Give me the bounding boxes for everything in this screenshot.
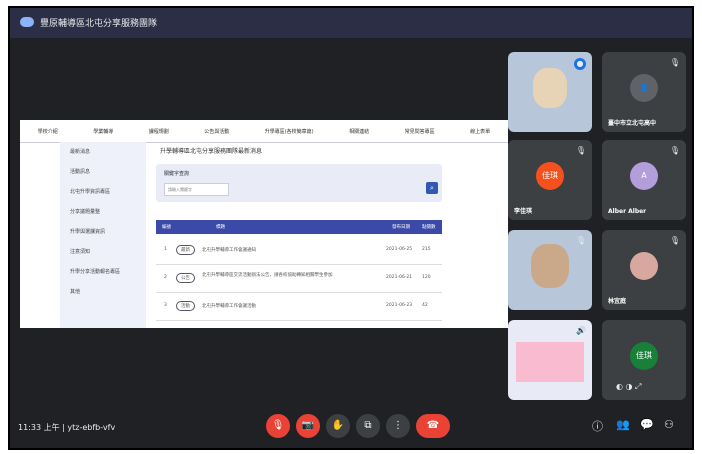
participant-name: 林宜庭 [608,298,627,305]
sidebar-item[interactable]: 北屯升學資訊專區 [60,182,146,202]
col-header: 編號 [162,225,171,230]
nav-item[interactable]: 學校介紹 [38,128,58,135]
person-video [533,68,567,108]
control-bar: 11:33 上午 | ytz-ebfb-vfv 🎙 📷 ✋ ⧉ ⋮ ☎ ⓘ 👥 … [10,408,692,448]
title-bar: 豐原輔導區北屯分享服務團隊 [10,8,692,38]
col-header: 標題 [216,225,225,230]
shared-screen: 學校介紹 學業輔導 課程規劃 公告與活動 升學專區(各校簡章篇) 相關連結 常見… [20,120,508,328]
sidebar-item[interactable]: 注意須知 [60,242,146,262]
col-header: 發布日期 [392,225,410,230]
avatar: A [630,162,658,191]
search-label: 關鍵字查詢 [164,171,190,177]
avatar [630,252,658,281]
nav-item[interactable]: 升學專區(各校簡章篇) [265,128,314,135]
participant-tile[interactable]: 🎙 👤 臺中市立北屯高中 [602,52,686,132]
meeting-title: 豐原輔導區北屯分享服務團隊 [40,19,158,29]
participant-tile[interactable]: 🎙 林宜庭 [602,230,686,310]
page-heading: 升學輔導區北屯分享服務團隊最新消息 [160,148,263,155]
sidebar-item[interactable]: 活動訊息 [60,162,146,182]
person-video [531,244,569,288]
more-options-icon[interactable]: ⋮ [386,414,410,438]
col-header: 點閱數 [422,225,436,230]
people-icon[interactable]: 👥 [616,418,630,431]
participant-name: 臺中市立北屯高中 [608,120,657,127]
site-content: 升學輔導區北屯分享服務團隊最新消息 關鍵字查詢 請輸入關鍵字 ⌕ 編號 標題 發… [150,142,500,328]
activities-icon[interactable]: ⚇ [664,418,674,431]
participant-name: 李佳琪 [514,208,533,215]
nav-item[interactable]: 相關連結 [349,128,369,135]
nav-item[interactable]: 學業輔導 [93,128,113,135]
present-screen-icon[interactable]: ⧉ [356,414,380,438]
participant-tile[interactable]: 🎙 佳琪 李佳琪 [508,140,592,220]
camera-toggle-icon[interactable]: 📷 [296,414,320,438]
site-nav: 學校介紹 學業輔導 課程規劃 公告與活動 升學專區(各校簡章篇) 相關連結 常見… [20,120,508,143]
sidebar-item[interactable]: 其他 [60,282,146,302]
separator: | [62,423,65,432]
table-row[interactable]: 3 活動 北屯升學輔導工作會議活動 2021-06-23 42 [156,294,442,321]
search-input[interactable]: 請輸入關鍵字 [164,183,229,196]
participant-tile[interactable]: 佳琪 ◐ ◑ ⤢ [602,320,686,400]
meeting-info: 11:33 上午 | ytz-ebfb-vfv [18,422,115,433]
tile-controls[interactable]: ◐ ◑ ⤢ [616,382,641,392]
table-row[interactable]: 1 最新 北屯升學輔導工作會議通知 2021-06-25 215 [156,238,442,265]
nav-item[interactable]: 線上表單 [470,128,490,135]
table-header: 編號 標題 發布日期 點閱數 [156,220,442,234]
avatar: 👤 [630,74,658,103]
meeting-code: ytz-ebfb-vfv [67,423,116,432]
mic-off-icon: 🎙 [669,58,680,67]
mic-off-icon: 🎙 [669,146,680,155]
mic-toggle-icon[interactable]: 🎙 [266,414,290,438]
chat-icon[interactable]: 💬 [640,418,654,431]
participant-name: Alber Alber [608,208,647,215]
sidebar-item[interactable]: 最新消息 [60,142,146,162]
mic-off-icon: 🎙 [669,236,680,245]
search-button[interactable]: ⌕ [426,182,438,194]
nav-item[interactable]: 常見問答專區 [405,128,435,135]
avatar: 佳琪 [536,162,564,191]
speaking-icon: ● [574,58,586,70]
end-call-button[interactable]: ☎ [416,414,450,438]
clock: 11:33 上午 [18,423,60,432]
participant-tile[interactable]: 🎙 [508,230,592,310]
participant-tile[interactable]: ● [508,52,592,132]
meet-window: 豐原輔導區北屯分享服務團隊 學校介紹 學業輔導 課程規劃 公告與活動 升學專區(… [8,6,694,450]
sidebar-item[interactable]: 升學與選課資訊 [60,222,146,242]
site-sidebar: 最新消息 活動訊息 北屯升學資訊專區 分享議題彙整 升學與選課資訊 注意須知 升… [60,142,146,328]
info-icon[interactable]: ⓘ [592,418,603,434]
nav-item[interactable]: 公告與活動 [204,128,229,135]
sidebar-item[interactable]: 分享議題彙整 [60,202,146,222]
nav-item[interactable]: 課程規劃 [149,128,169,135]
mic-off-icon: 🎙 [575,236,586,245]
raise-hand-icon[interactable]: ✋ [326,414,350,438]
mic-off-icon: 🎙 [575,146,586,155]
participant-tile[interactable]: 🔊 [508,320,592,400]
screen-thumbnail [516,342,584,382]
search-panel: 關鍵字查詢 請輸入關鍵字 ⌕ [156,164,442,202]
meeting-tag-icon [20,17,34,27]
avatar: 佳琪 [630,342,658,371]
participant-tile[interactable]: 🎙 A Alber Alber [602,140,686,220]
table-row[interactable]: 2 公告 北屯升學輔導區交流活動辦法公告，請各校協助轉知相關學生參加 2021-… [156,266,442,293]
sidebar-item[interactable]: 升學分享活動報名專區 [60,262,146,282]
volume-icon: 🔊 [576,326,586,335]
